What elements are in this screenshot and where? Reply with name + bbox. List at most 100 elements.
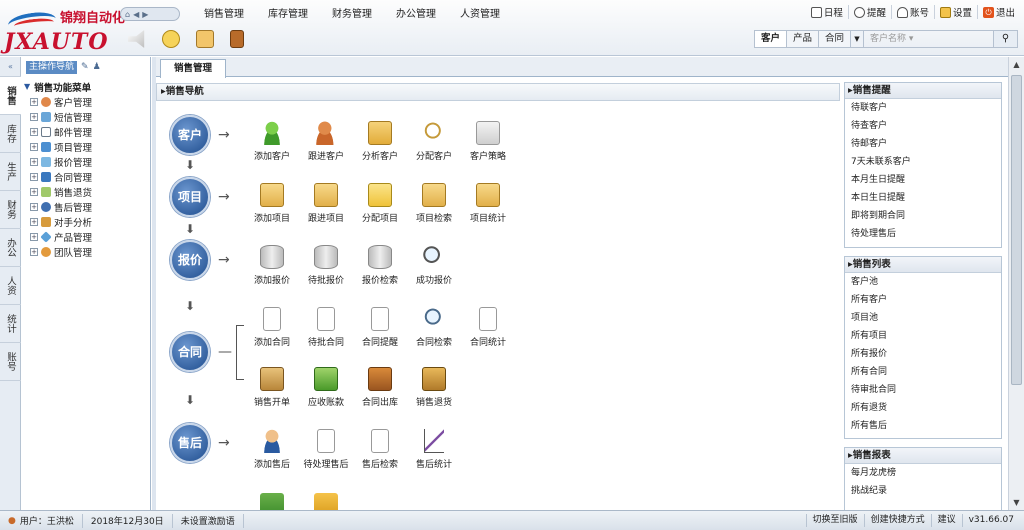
stage-customer[interactable]: 客户 [170,115,210,155]
func-analyze-customer[interactable]: 分析客户 [354,121,406,162]
tool-settings[interactable]: 设置 [933,5,977,19]
list-item[interactable]: 客户池 [845,273,1001,291]
list-item[interactable]: 所有合同 [845,363,1001,381]
tree-item-project[interactable]: + 项目管理 [24,139,150,154]
func-search-project[interactable]: 项目检索 [408,183,460,224]
func-contract-outbound[interactable]: 合同出库 [354,367,406,408]
module-tab-inventory[interactable]: 库存 [0,115,21,153]
tab-sales-management[interactable]: 销售管理 [160,59,226,78]
tree-item-email[interactable]: + 邮件管理 [24,124,150,139]
home-icon[interactable]: ⌂ [125,10,130,19]
status-motto[interactable]: 未设置激励语 [173,513,244,528]
func-contract-stats[interactable]: 合同统计 [462,307,514,348]
search-tab-customer[interactable]: 客户 [753,30,786,48]
reminder-item[interactable]: 即将到期合同 [845,207,1001,225]
module-tab-finance[interactable]: 财务 [0,191,21,229]
func-customer-strategy[interactable]: 客户策略 [462,121,514,162]
list-item[interactable]: 所有项目 [845,327,1001,345]
menu-hr[interactable]: 人资管理 [448,7,512,23]
module-tab-stats[interactable]: 统计 [0,305,21,343]
func-pending-quote[interactable]: 待批报价 [300,245,352,286]
tree-item-aftersales[interactable]: + 售后管理 [24,199,150,214]
reminder-item[interactable]: 待处理售后 [845,225,1001,243]
tree-item-team[interactable]: + 团队管理 [24,244,150,259]
report-item[interactable]: 挑战纪录 [845,482,1001,500]
func-partial-download[interactable] [260,493,284,510]
tree-item-competitor[interactable]: + 对手分析 [24,214,150,229]
func-add-project[interactable]: 添加项目 [246,183,298,224]
func-assign-project[interactable]: 分配项目 [354,183,406,224]
module-tab-production[interactable]: 生产 [0,153,21,191]
tree-item-sms[interactable]: + 短信管理 [24,109,150,124]
func-contract-reminder[interactable]: 合同提醒 [354,307,406,348]
search-icon[interactable]: ⚲ [994,30,1018,48]
search-tab-contract[interactable]: 合同 [817,30,850,48]
home-nav-pill[interactable]: ⌂ ◀ ▶ [120,7,180,21]
tool-calendar[interactable]: 日程 [806,5,848,19]
tree-item-contract[interactable]: + 合同管理 [24,169,150,184]
menu-sales[interactable]: 销售管理 [192,7,256,23]
module-tab-office[interactable]: 办公 [0,229,21,267]
create-shortcut-link[interactable]: 创建快捷方式 [863,514,931,527]
switch-old-version-link[interactable]: 切换至旧版 [805,514,864,527]
scroll-up-icon[interactable]: ▲ [1009,57,1024,72]
menu-finance[interactable]: 财务管理 [320,7,384,23]
func-search-contract[interactable]: 合同检索 [408,307,460,348]
module-tab-sales[interactable]: 销售 [0,77,21,115]
search-tab-product[interactable]: 产品 [785,30,818,48]
func-receivables[interactable]: 应收账款 [300,367,352,408]
reminder-item[interactable]: 本日生日提醒 [845,189,1001,207]
tool-logout[interactable]: ⏻ 退出 [976,5,1020,19]
address-book-icon[interactable] [230,30,244,48]
func-sales-order[interactable]: 销售开单 [246,367,298,408]
forward-arrow-icon[interactable]: ▶ [142,10,148,19]
func-aftersales-stats[interactable]: 售后统计 [408,429,460,470]
tree-root[interactable]: ▼ 销售功能菜单 [24,79,150,94]
list-item[interactable]: 待审批合同 [845,381,1001,399]
func-project-stats[interactable]: 项目统计 [462,183,514,224]
reminder-item[interactable]: 7天未联系客户 [845,153,1001,171]
reminder-item[interactable]: 待查客户 [845,117,1001,135]
megaphone-icon[interactable] [128,30,145,48]
list-item[interactable]: 所有售后 [845,417,1001,435]
func-add-contract[interactable]: 添加合同 [246,307,298,348]
reminder-item[interactable]: 待邮客户 [845,135,1001,153]
stage-quote[interactable]: 报价 [170,240,210,280]
func-pending-aftersales[interactable]: 待处理售后 [300,429,352,470]
scroll-down-icon[interactable]: ▼ [1009,495,1024,510]
list-item[interactable]: 所有退货 [845,399,1001,417]
tree-item-product[interactable]: + 产品管理 [24,229,150,244]
person-icon[interactable]: ♟ [93,62,101,72]
stage-aftersales[interactable]: 售后 [170,423,210,463]
tool-icon[interactable]: ✎ [81,62,89,72]
menu-inventory[interactable]: 库存管理 [256,7,320,23]
list-item[interactable]: 所有报价 [845,345,1001,363]
tree-item-quote[interactable]: + 报价管理 [24,154,150,169]
search-input[interactable]: 客户名称 ▾ [864,30,994,48]
func-add-aftersales[interactable]: 添加售后 [246,429,298,470]
report-item[interactable]: 每月龙虎榜 [845,464,1001,482]
tree-item-returns[interactable]: + 销售退货 [24,184,150,199]
tool-account[interactable]: 账号 [890,5,934,19]
reminder-item[interactable]: 待联客户 [845,99,1001,117]
chevron-down-icon[interactable]: ▼ [850,30,864,48]
func-search-aftersales[interactable]: 售后检索 [354,429,406,470]
module-tab-account[interactable]: 账号 [0,343,21,381]
func-sales-return[interactable]: 销售退货 [408,367,460,408]
stage-project[interactable]: 项目 [170,177,210,217]
menu-office[interactable]: 办公管理 [384,7,448,23]
tree-item-customer[interactable]: + 客户管理 [24,94,150,109]
envelope-icon[interactable] [196,30,214,48]
func-partial-mail[interactable] [314,493,338,510]
list-item[interactable]: 所有客户 [845,291,1001,309]
func-add-quote[interactable]: 添加报价 [246,245,298,286]
func-follow-customer[interactable]: 跟进客户 [300,121,352,162]
page-scrollbar[interactable]: ▲ ▼ [1008,57,1024,510]
func-pending-contract[interactable]: 待批合同 [300,307,352,348]
back-arrow-icon[interactable]: ◀ [133,10,139,19]
func-follow-project[interactable]: 跟进项目 [300,183,352,224]
func-search-quote[interactable]: 报价检索 [354,245,406,286]
list-item[interactable]: 项目池 [845,309,1001,327]
collapse-icon[interactable]: « [0,57,21,77]
suggestion-link[interactable]: 建议 [930,514,962,527]
